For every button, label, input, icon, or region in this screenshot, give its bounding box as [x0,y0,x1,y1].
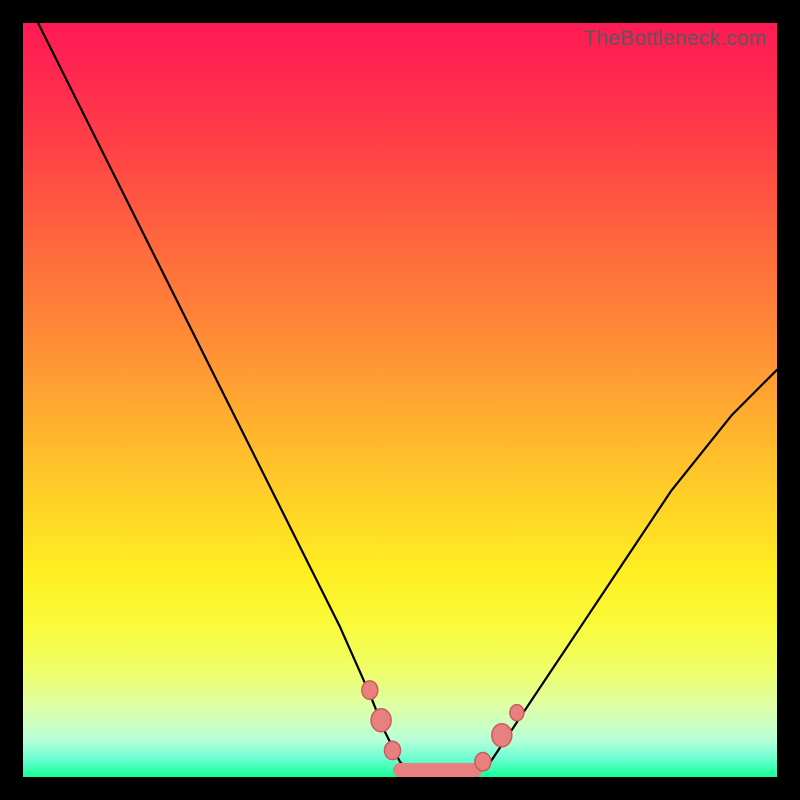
watermark-text: TheBottleneck.com [584,27,767,51]
bottleneck-curve [38,23,777,777]
bottleneck-plot [23,23,777,777]
curve-marker [492,724,512,747]
curve-marker [475,753,491,771]
curve-marker [362,681,378,699]
curve-marker [371,709,391,732]
curve-marker [385,741,401,759]
curve-marker [510,705,524,721]
markers-group [362,681,524,771]
chart-area: TheBottleneck.com [23,23,777,777]
